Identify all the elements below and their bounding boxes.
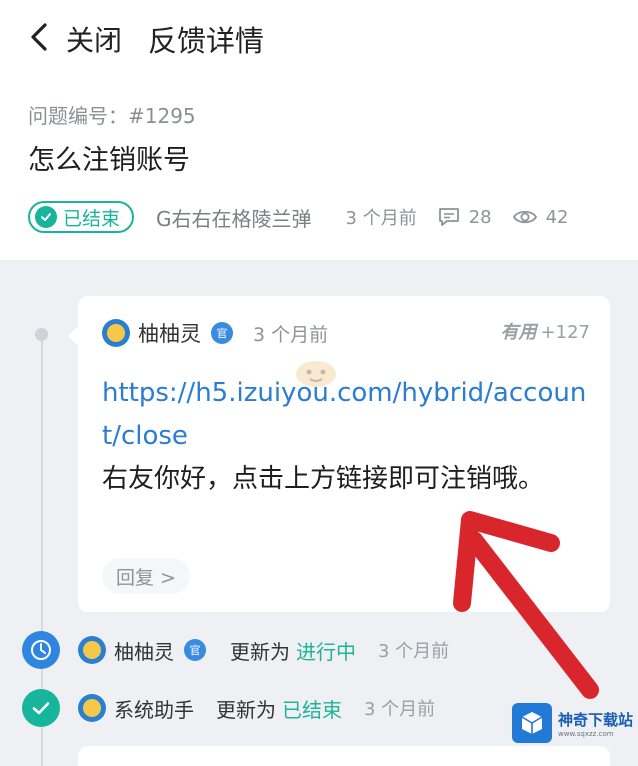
event-time: 3 个月前 bbox=[364, 699, 436, 720]
event-time: 3 个月前 bbox=[378, 641, 450, 662]
comment-count: 28 bbox=[437, 206, 492, 228]
event-status: 已结束 bbox=[282, 697, 342, 722]
event-status: 进行中 bbox=[296, 639, 356, 664]
feedback-detail-screen: 关闭 反馈详情 问题编号：#1295 怎么注销账号 已结束 G右右在格陵兰弹 3… bbox=[0, 0, 638, 766]
comment-icon bbox=[438, 208, 459, 226]
cube-logo-icon bbox=[512, 703, 552, 743]
reply-button[interactable]: 回复 > bbox=[102, 558, 190, 594]
page-title: 反馈详情 bbox=[148, 24, 265, 58]
answer-header: 柚柚灵 官 3 个月前 有用 +127 bbox=[102, 318, 590, 348]
status-label: 已结束 bbox=[63, 207, 121, 230]
useful-button[interactable]: 有用 +127 bbox=[501, 318, 590, 344]
check-circle-icon bbox=[22, 689, 60, 727]
question-meta: 已结束 G右右在格陵兰弹 3 个月前 28 42 bbox=[28, 200, 618, 234]
avatar[interactable] bbox=[78, 636, 106, 664]
account-close-link[interactable]: https://h5.izuiyou.com/hybrid/account/cl… bbox=[102, 372, 592, 458]
avatar[interactable] bbox=[78, 694, 106, 722]
close-label[interactable]: 关闭 bbox=[66, 19, 122, 59]
answer-text: 右友你好，点击上方链接即可注销哦。 bbox=[102, 464, 545, 494]
watermark-site-url: www.sqxzz.com bbox=[558, 729, 614, 738]
status-badge: 已结束 bbox=[28, 201, 135, 233]
question-title: 怎么注销账号 bbox=[28, 145, 190, 176]
timeline-area: 柚柚灵 官 3 个月前 有用 +127 https://h5.izuiyou.c… bbox=[0, 260, 638, 766]
top-bar: 关闭 反馈详情 bbox=[0, 0, 638, 78]
question-time: 3 个月前 bbox=[345, 208, 417, 229]
avatar[interactable] bbox=[102, 319, 130, 347]
timeline-dot bbox=[35, 328, 48, 341]
next-card-edge bbox=[78, 746, 610, 766]
event-user[interactable]: 系统助手 bbox=[114, 694, 194, 723]
answer-card: 柚柚灵 官 3 个月前 有用 +127 https://h5.izuiyou.c… bbox=[68, 296, 610, 612]
watermark-site-name: 神奇下载站 bbox=[558, 710, 634, 729]
question-number: 问题编号：#1295 bbox=[28, 104, 196, 128]
question-section: 问题编号：#1295 怎么注销账号 已结束 G右右在格陵兰弹 3 个月前 28 … bbox=[0, 78, 638, 260]
eye-icon bbox=[512, 210, 537, 224]
event-user[interactable]: 柚柚灵 bbox=[114, 636, 174, 665]
official-badge: 官 bbox=[184, 639, 206, 661]
timeline-event: 柚柚灵 官 更新为 进行中 3 个月前 bbox=[22, 630, 638, 670]
chevron-left-icon bbox=[28, 22, 50, 56]
card-pointer bbox=[68, 326, 78, 346]
back-button[interactable]: 关闭 bbox=[28, 19, 122, 59]
check-circle-icon bbox=[35, 206, 57, 228]
official-badge: 官 bbox=[211, 322, 233, 344]
answer-author[interactable]: 柚柚灵 bbox=[138, 318, 201, 348]
site-watermark: 神奇下载站 www.sqxzz.com bbox=[512, 703, 634, 743]
useful-label: 有用 bbox=[500, 322, 537, 343]
event-verb: 更新为 bbox=[230, 639, 290, 664]
answer-time: 3 个月前 bbox=[253, 323, 329, 346]
asker-name[interactable]: G右右在格陵兰弹 bbox=[156, 203, 312, 232]
view-count: 42 bbox=[512, 207, 569, 228]
clock-icon bbox=[22, 631, 60, 669]
useful-count: +127 bbox=[540, 322, 590, 343]
event-verb: 更新为 bbox=[216, 697, 276, 722]
